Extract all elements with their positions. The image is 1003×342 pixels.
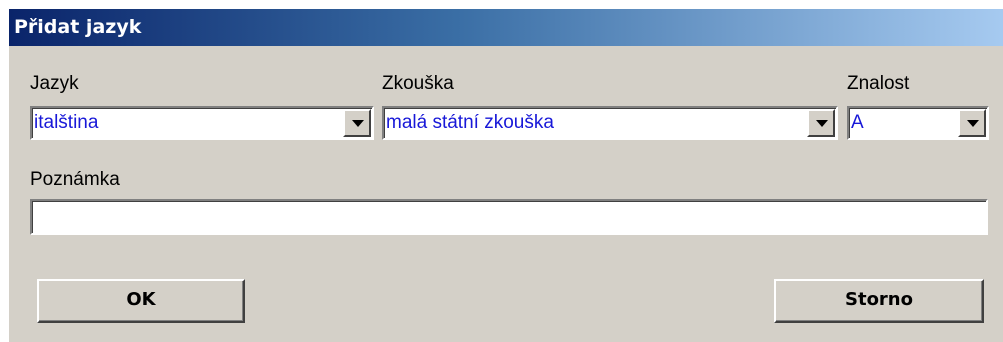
level-label: Znalost (847, 73, 910, 94)
level-dropdown-button[interactable] (958, 109, 986, 137)
language-label: Jazyk (30, 73, 79, 94)
language-dropdown-button[interactable] (343, 109, 371, 137)
chevron-down-icon (816, 120, 828, 127)
note-label: Poznámka (30, 169, 120, 190)
cancel-button[interactable]: Storno (774, 279, 984, 323)
language-select[interactable]: italština (30, 106, 374, 140)
chevron-down-icon (352, 120, 364, 127)
chevron-down-icon (967, 120, 979, 127)
exam-label: Zkouška (382, 73, 454, 94)
exam-select[interactable]: malá státní zkouška (382, 106, 838, 140)
window-title: Přidat jazyk (14, 16, 142, 38)
exam-dropdown-button[interactable] (807, 109, 835, 137)
ok-button[interactable]: OK (37, 279, 245, 323)
exam-select-value: malá státní zkouška (386, 112, 554, 133)
note-input[interactable] (30, 199, 988, 235)
language-select-value: italština (34, 112, 99, 133)
level-select-value: A (851, 112, 864, 133)
add-language-dialog: Přidat jazyk Jazyk italština Zkouška mal… (9, 9, 1003, 342)
level-select[interactable]: A (847, 106, 989, 140)
title-bar[interactable]: Přidat jazyk (9, 9, 1003, 46)
